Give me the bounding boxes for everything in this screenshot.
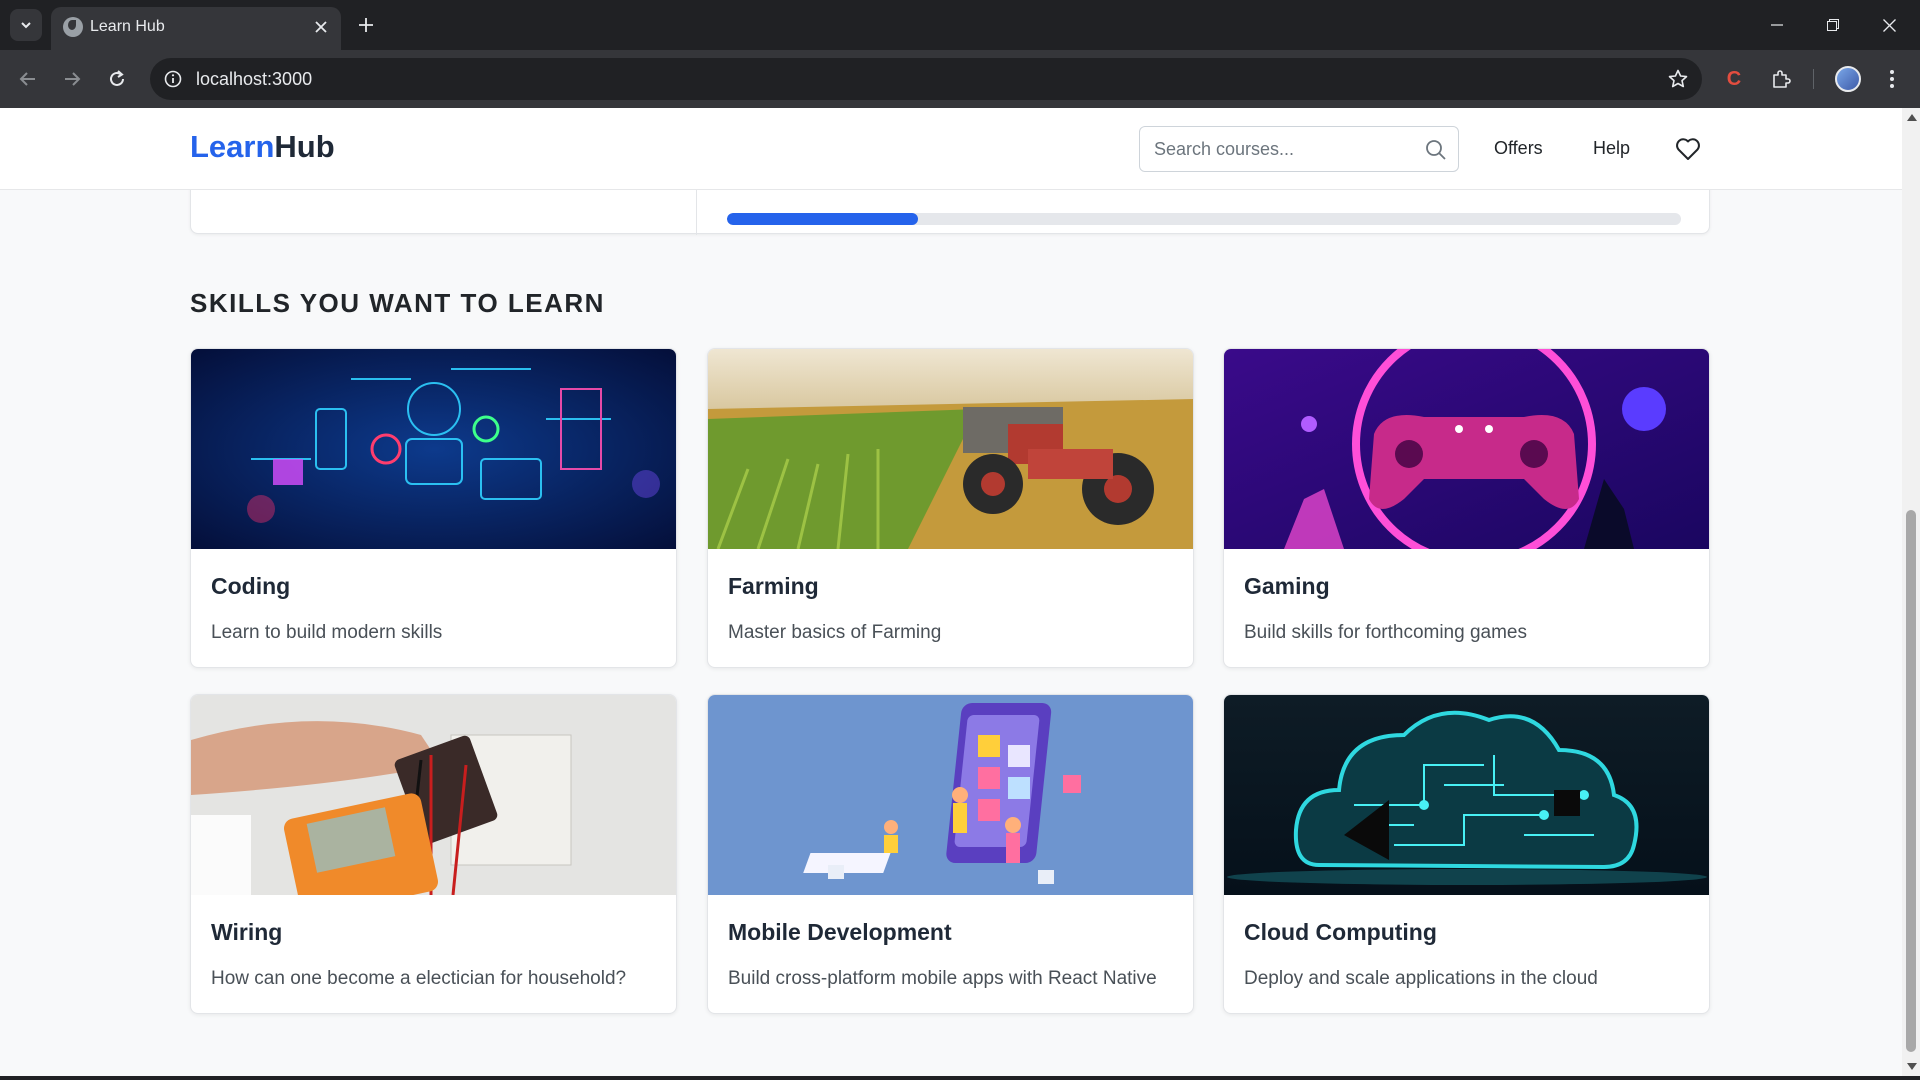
scrollbar-thumb[interactable]	[1906, 510, 1916, 1052]
tab-close-button[interactable]	[309, 15, 333, 39]
course-image-farming	[708, 349, 1193, 549]
course-title: Wiring	[211, 919, 283, 945]
site-info-icon[interactable]	[162, 68, 184, 90]
page-viewport: LearnHub Offers Help SKILLS YOU WANT TO …	[0, 108, 1902, 1076]
kebab-menu-icon	[1890, 70, 1894, 88]
minimize-button[interactable]	[1754, 0, 1800, 50]
extensions-button[interactable]	[1765, 63, 1797, 95]
course-card-wiring[interactable]: Wiring How can one become a electician f…	[190, 694, 677, 1014]
address-bar[interactable]: localhost:3000	[150, 58, 1702, 100]
section-title: SKILLS YOU WANT TO LEARN	[190, 288, 605, 318]
browser-menu-button[interactable]	[1876, 63, 1908, 95]
wishlist-button[interactable]	[1674, 135, 1702, 163]
course-image-gaming	[1224, 349, 1709, 549]
search-box	[1139, 126, 1459, 172]
course-description: Build skills for forthcoming games	[1244, 622, 1527, 643]
browser-tab-active[interactable]: Learn Hub	[51, 7, 341, 50]
tab-title: Learn Hub	[90, 18, 165, 35]
course-description: Master basics of Farming	[728, 622, 942, 643]
site-navbar: LearnHub Offers Help	[0, 108, 1902, 190]
search-input[interactable]	[1154, 127, 1414, 171]
scroll-down-arrow-icon[interactable]	[1907, 1063, 1917, 1070]
tab-search-button[interactable]	[10, 9, 42, 41]
course-card-body: Farming Master basics of Farming	[708, 549, 1193, 667]
heart-icon	[1676, 138, 1700, 160]
course-description: How can one become a electician for hous…	[211, 968, 627, 989]
restore-button[interactable]	[1810, 0, 1856, 50]
course-title: Coding	[211, 573, 291, 599]
page-scrollbar[interactable]	[1902, 108, 1920, 1076]
course-image-cloud-computing	[1224, 695, 1709, 895]
back-button[interactable]	[12, 63, 44, 95]
course-image-mobile-development	[708, 695, 1193, 895]
extension-c-button[interactable]: C	[1718, 63, 1750, 95]
nav-link-offers[interactable]: Offers	[1494, 138, 1543, 159]
bookmark-star-icon[interactable]	[1666, 67, 1690, 91]
course-image-coding	[191, 349, 676, 549]
course-card-coding[interactable]: Coding Learn to build modern skills	[190, 348, 677, 668]
reload-icon	[110, 70, 124, 86]
course-description: Build cross-platform mobile apps with Re…	[728, 968, 1157, 989]
arrow-right-icon	[65, 72, 81, 86]
browser-tabstrip: Learn Hub	[0, 0, 1920, 50]
search-icon	[1426, 140, 1446, 160]
puzzle-icon	[1773, 70, 1791, 88]
progress-bar	[727, 213, 1681, 225]
reload-button[interactable]	[101, 63, 133, 95]
course-card-body: Wiring How can one become a electician f…	[191, 895, 676, 1013]
brand-hub: Hub	[274, 129, 335, 164]
close-icon	[315, 21, 327, 33]
course-title: Gaming	[1244, 573, 1330, 599]
search-button[interactable]	[1424, 138, 1448, 162]
nav-link-help[interactable]: Help	[1593, 138, 1630, 159]
browser-toolbar: localhost:3000 C	[0, 50, 1920, 108]
scroll-up-arrow-icon[interactable]	[1907, 114, 1917, 121]
window-bottom-border	[0, 1076, 1920, 1080]
plus-icon	[359, 18, 373, 32]
profile-button[interactable]	[1832, 63, 1864, 95]
course-card-farming[interactable]: Farming Master basics of Farming	[707, 348, 1194, 668]
avatar	[1835, 66, 1861, 92]
course-image-wiring	[191, 695, 676, 895]
arrow-left-icon	[19, 72, 35, 86]
brand-learn: Learn	[190, 129, 275, 164]
course-title: Mobile Development	[728, 919, 952, 945]
course-card-body: Gaming Build skills for forthcoming game…	[1224, 549, 1709, 667]
course-description: Learn to build modern skills	[211, 622, 443, 643]
course-title: Cloud Computing	[1244, 919, 1437, 945]
course-card-body: Mobile Development Build cross-platform …	[708, 895, 1193, 1013]
chevron-down-icon	[21, 22, 31, 29]
brand-logo[interactable]: LearnHub	[190, 129, 335, 165]
progress-bar-fill	[727, 213, 918, 225]
minimize-icon	[1771, 24, 1783, 26]
extension-c-icon: C	[1726, 67, 1742, 90]
close-window-button[interactable]	[1866, 0, 1912, 50]
course-card-gaming[interactable]: Gaming Build skills for forthcoming game…	[1223, 348, 1710, 668]
course-title: Farming	[728, 573, 819, 599]
close-icon	[1882, 18, 1896, 32]
globe-icon	[63, 17, 83, 37]
course-card-body: Coding Learn to build modern skills	[191, 549, 676, 667]
address-url: localhost:3000	[196, 69, 313, 89]
toolbar-separator	[1813, 69, 1814, 89]
restore-icon	[1827, 19, 1839, 31]
course-description: Deploy and scale applications in the clo…	[1244, 968, 1598, 989]
forward-button[interactable]	[56, 63, 88, 95]
course-card-mobile-development[interactable]: Mobile Development Build cross-platform …	[707, 694, 1194, 1014]
new-tab-button[interactable]	[352, 11, 380, 39]
course-card-body: Cloud Computing Deploy and scale applica…	[1224, 895, 1709, 1013]
course-card-cloud-computing[interactable]: Cloud Computing Deploy and scale applica…	[1223, 694, 1710, 1014]
